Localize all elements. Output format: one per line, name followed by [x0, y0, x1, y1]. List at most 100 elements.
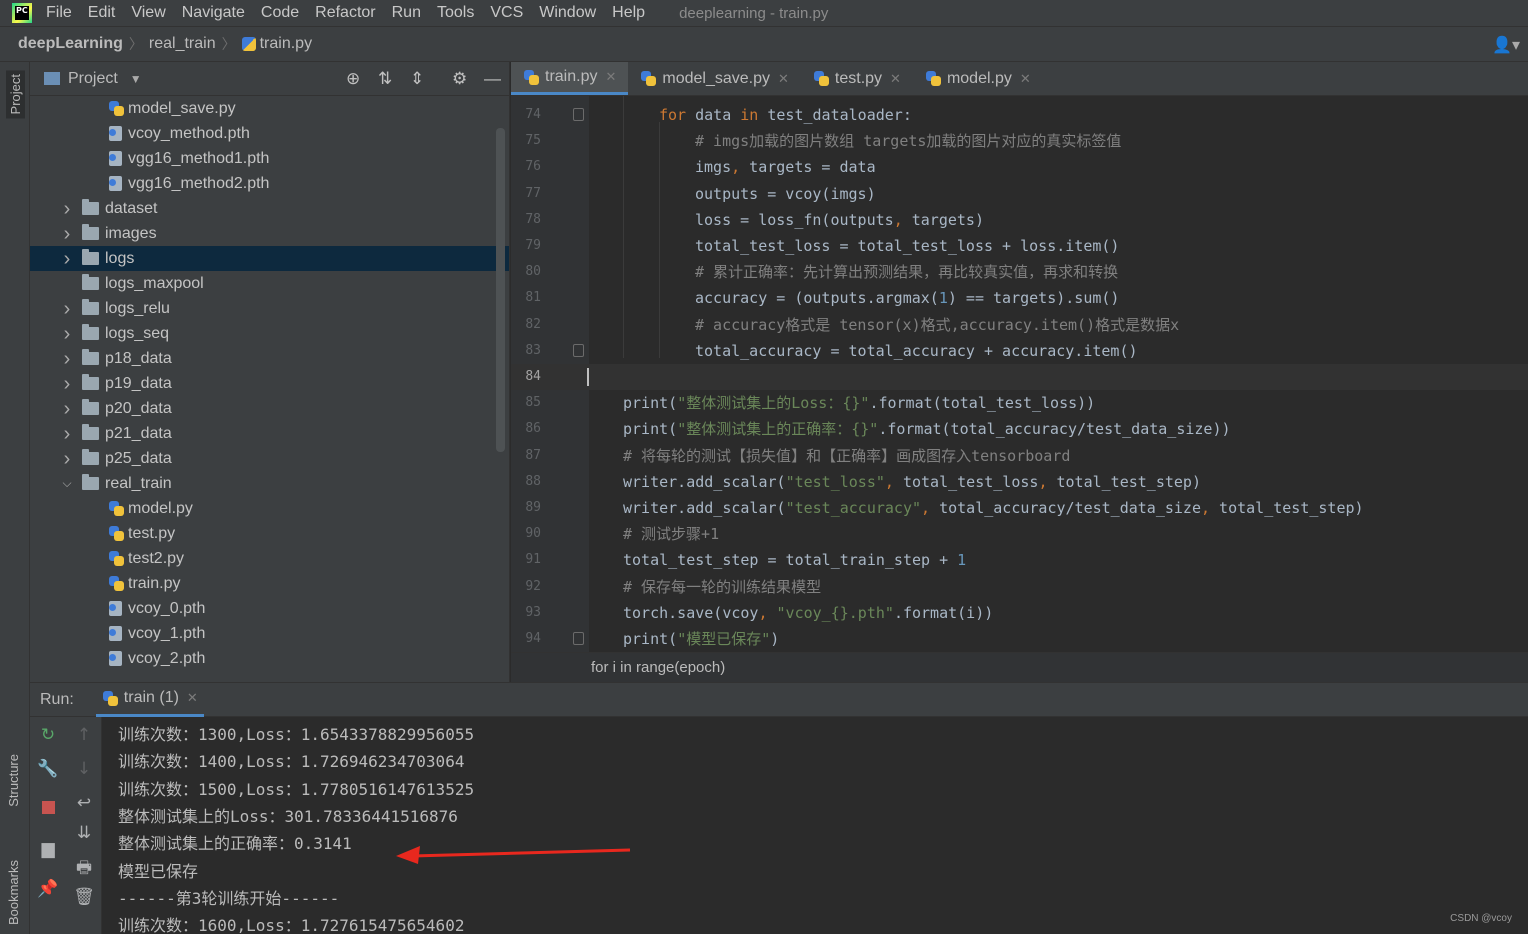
run-tab-train[interactable]: train (1) ✕ — [95, 683, 204, 717]
chevron-right-icon[interactable]: › — [60, 374, 74, 394]
code-line[interactable]: 87 # 将每轮的测试【损失值】和【正确率】画成图存入tensorboard — [511, 443, 1528, 469]
expand-all-icon[interactable]: ⇅ — [378, 69, 392, 89]
print-icon[interactable]: 🖶 — [66, 855, 102, 884]
tree-item-images[interactable]: › images — [30, 221, 509, 246]
tree-item-test2-py[interactable]: test2.py — [30, 546, 509, 571]
soft-wrap-icon[interactable]: ↩ — [66, 793, 102, 813]
code-line[interactable]: 78 loss = loss_fn(outputs, targets) — [511, 207, 1528, 233]
chevron-right-icon[interactable]: › — [60, 299, 74, 319]
chevron-right-icon[interactable]: › — [60, 324, 74, 344]
menu-run[interactable]: Run — [392, 4, 421, 22]
code-line[interactable]: 92 # 保存每一轮的训练结果模型 — [511, 574, 1528, 600]
menu-help[interactable]: Help — [612, 4, 645, 22]
code-line[interactable]: 80 # 累计正确率：先计算出预测结果，再比较真实值，再求和转换 — [511, 259, 1528, 285]
chevron-right-icon[interactable]: › — [60, 449, 74, 469]
tree-item-logs-maxpool[interactable]: logs_maxpool — [30, 271, 509, 296]
menu-file[interactable]: File — [46, 4, 72, 22]
menu-tools[interactable]: Tools — [437, 4, 474, 22]
editor-tab-test-py[interactable]: test.py ✕ — [801, 62, 913, 95]
code-line[interactable]: 77 outputs = vcoy(imgs) — [511, 181, 1528, 207]
project-view-selector[interactable]: Project — [68, 70, 118, 88]
menu-view[interactable]: View — [131, 4, 165, 22]
arrow-down-icon[interactable]: ↓ — [66, 759, 102, 779]
code-breadcrumb[interactable]: for i in range(epoch) — [511, 652, 1528, 682]
layout-icon[interactable]: ▆ — [30, 839, 66, 859]
code-line[interactable]: 86 print("整体测试集上的正确率：{}".format(total_acc… — [511, 416, 1528, 442]
chevron-right-icon[interactable]: › — [60, 349, 74, 369]
rerun-icon[interactable]: ↻ — [30, 725, 66, 745]
tree-item-logs-relu[interactable]: › logs_relu — [30, 296, 509, 321]
close-icon[interactable]: ✕ — [605, 69, 616, 85]
tool-window-structure-tab[interactable]: Structure — [6, 754, 21, 807]
arrow-up-icon[interactable]: ↑ — [66, 725, 102, 745]
tree-item-p25-data[interactable]: › p25_data — [30, 446, 509, 471]
menu-window[interactable]: Window — [539, 4, 596, 22]
code-line[interactable]: 91 total_test_step = total_train_step + 1 — [511, 547, 1528, 573]
code-line[interactable]: 88 writer.add_scalar("test_loss", total_t… — [511, 469, 1528, 495]
collapse-all-icon[interactable]: ⇕ — [410, 69, 424, 89]
tree-item-model-py[interactable]: model.py — [30, 496, 509, 521]
tree-item-vcoy-0-pth[interactable]: vcoy_0.pth — [30, 596, 509, 621]
code-line[interactable]: 90 # 测试步骤+1 — [511, 521, 1528, 547]
code-line[interactable]: 93 torch.save(vcoy, "vcoy_{}.pth".format(… — [511, 600, 1528, 626]
chevron-right-icon[interactable]: › — [60, 424, 74, 444]
code-line[interactable]: 74 for data in test_dataloader: — [511, 102, 1528, 128]
wrench-icon[interactable]: 🔧 — [30, 759, 66, 779]
chevron-down-icon[interactable]: ▼ — [130, 72, 142, 86]
chevron-down-icon[interactable]: ⌵ — [60, 476, 74, 491]
gear-icon[interactable]: ⚙ — [452, 69, 467, 89]
code-line[interactable]: 76 imgs, targets = data — [511, 154, 1528, 180]
tree-item-p21-data[interactable]: › p21_data — [30, 421, 509, 446]
close-icon[interactable]: ✕ — [187, 690, 198, 706]
tree-item-p18-data[interactable]: › p18_data — [30, 346, 509, 371]
code-line[interactable]: 85 print("整体测试集上的Loss：{}".format(total_te… — [511, 390, 1528, 416]
fold-marker-icon[interactable] — [573, 632, 584, 645]
fold-marker-icon[interactable] — [573, 108, 584, 121]
tree-item-vcoy-1-pth[interactable]: vcoy_1.pth — [30, 621, 509, 646]
minimize-icon[interactable]: — — [484, 69, 501, 89]
stop-icon[interactable] — [30, 799, 66, 819]
chevron-right-icon[interactable]: › — [60, 399, 74, 419]
tree-item-vgg16-method1-pth[interactable]: vgg16_method1.pth — [30, 146, 509, 171]
close-icon[interactable]: ✕ — [778, 71, 789, 87]
tool-window-bookmarks-tab[interactable]: Bookmarks — [6, 860, 21, 925]
tree-item-train-py[interactable]: train.py — [30, 571, 509, 596]
code-area[interactable]: 74 for data in test_dataloader: 75 # imgs加载… — [511, 96, 1528, 652]
menu-navigate[interactable]: Navigate — [182, 4, 245, 22]
editor-tab-model-py[interactable]: model.py ✕ — [913, 62, 1043, 95]
chevron-right-icon[interactable]: › — [60, 224, 74, 244]
breadcrumb-project[interactable]: deepLearning — [18, 35, 123, 53]
code-line[interactable]: 81 accuracy = (outputs.argmax(1) == targe… — [511, 285, 1528, 311]
breadcrumb-folder[interactable]: real_train — [149, 35, 216, 53]
tree-item-dataset[interactable]: › dataset — [30, 196, 509, 221]
code-line[interactable]: 89 writer.add_scalar("test_accuracy", tot… — [511, 495, 1528, 521]
tree-item-vcoy-method-pth[interactable]: vcoy_method.pth — [30, 121, 509, 146]
tool-window-project-tab[interactable]: Project — [6, 70, 25, 119]
pin-icon[interactable]: 📌 — [30, 879, 66, 899]
code-line[interactable]: 79 total_test_loss = total_test_loss + lo… — [511, 233, 1528, 259]
tree-item-logs-seq[interactable]: › logs_seq — [30, 321, 509, 346]
tree-item-model-save-py[interactable]: model_save.py — [30, 96, 509, 121]
run-console-output[interactable]: 训练次数：1300,Loss：1.6543378829956055 训练次数：14… — [102, 717, 1528, 934]
user-account-icon[interactable]: 👤▾ — [1492, 35, 1520, 55]
tree-item-logs[interactable]: › logs — [30, 246, 509, 271]
tree-item-p20-data[interactable]: › p20_data — [30, 396, 509, 421]
project-scrollbar[interactable] — [496, 128, 505, 452]
tree-item-vgg16-method2-pth[interactable]: vgg16_method2.pth — [30, 171, 509, 196]
menu-edit[interactable]: Edit — [88, 4, 116, 22]
fold-marker-icon[interactable] — [573, 343, 584, 357]
editor-tab-model-save-py[interactable]: model_save.py ✕ — [628, 62, 801, 95]
tree-item-vcoy-2-pth[interactable]: vcoy_2.pth — [30, 646, 509, 671]
locate-target-icon[interactable]: ⊕ — [346, 69, 360, 89]
code-line[interactable]: 82 # accuracy格式是 tensor(x)格式,accuracy.ite… — [511, 312, 1528, 338]
menu-vcs[interactable]: VCS — [490, 4, 523, 22]
close-icon[interactable]: ✕ — [1020, 71, 1031, 87]
code-line[interactable]: 84 — [511, 364, 1528, 390]
chevron-right-icon[interactable]: › — [60, 249, 74, 269]
trash-icon[interactable]: 🗑 — [66, 887, 102, 907]
close-icon[interactable]: ✕ — [890, 71, 901, 87]
code-line[interactable]: 83 total_accuracy = total_accuracy + accu… — [511, 338, 1528, 364]
code-line[interactable]: 75 # imgs加载的图片数组 targets加载的图片对应的真实标签值 — [511, 128, 1528, 154]
scroll-to-end-icon[interactable]: ⇊ — [66, 823, 102, 843]
menu-refactor[interactable]: Refactor — [315, 4, 375, 22]
